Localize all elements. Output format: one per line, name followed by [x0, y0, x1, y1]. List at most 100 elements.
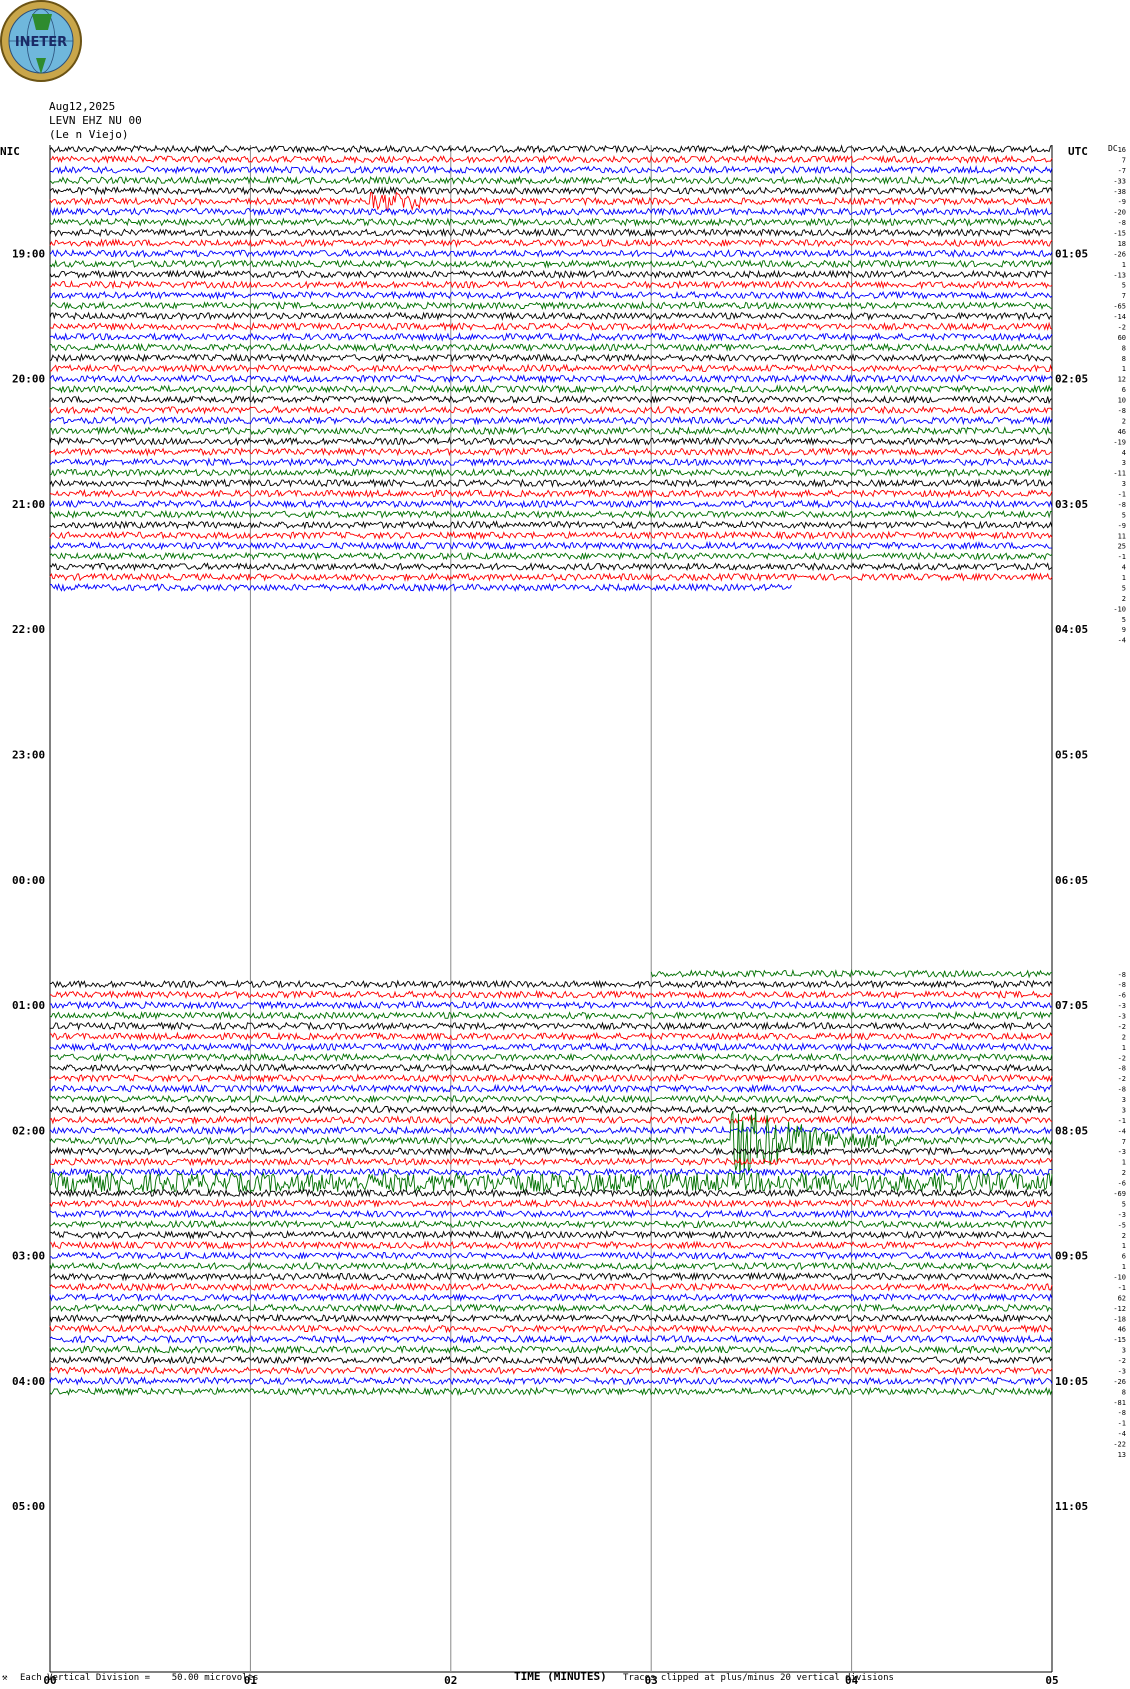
left-hour-label: 00:00: [12, 874, 45, 887]
dc-offset-value: -15: [1113, 230, 1126, 238]
dc-offset-value: -9: [1118, 522, 1126, 530]
left-hour-label: 03:00: [12, 1250, 45, 1263]
dc-offset-value: 16: [1118, 146, 1126, 154]
dc-offset-value: -2: [1118, 1054, 1126, 1062]
dc-offset-value: 10: [1118, 397, 1126, 405]
trace-line: [49, 1167, 1053, 1177]
trace-line: [49, 290, 1053, 301]
dc-offset-value: -20: [1113, 209, 1126, 217]
trace-line: [49, 259, 1053, 269]
dc-offset-value: -6: [1118, 992, 1126, 1000]
dc-offset-value: -1: [1118, 491, 1126, 499]
trace-line: [49, 540, 1052, 551]
trace-line: [49, 165, 1053, 175]
dc-offset-value: 5: [1122, 1200, 1126, 1208]
dc-offset-value: 46: [1118, 1326, 1126, 1334]
dc-offset-value: -38: [1113, 188, 1126, 196]
right-hour-label: 06:05: [1055, 874, 1088, 887]
left-hour-label: 19:00: [12, 247, 45, 260]
trace-line: [49, 1041, 1053, 1052]
dc-offset-value: -8: [1118, 1065, 1126, 1073]
trace-line: [49, 582, 792, 593]
trace-line: [49, 342, 1053, 353]
dc-offset-value: -7: [1118, 167, 1126, 175]
dc-offset-value: -10: [1113, 1274, 1126, 1282]
trace-line: [49, 1021, 1053, 1031]
trace-line: [49, 311, 1053, 321]
dc-offset-value: 8: [1122, 355, 1126, 363]
dc-offset-value: 5: [1122, 282, 1126, 290]
trace-line: [49, 1292, 1053, 1303]
trace-line: [49, 509, 1052, 519]
trace-line: [49, 384, 1053, 394]
trace-line: [49, 1251, 1053, 1261]
dc-offset-value: -26: [1113, 250, 1126, 258]
dc-offset-value: 1: [1122, 1263, 1126, 1271]
trace-line: [49, 1229, 1053, 1240]
dc-offset-value: 1: [1122, 261, 1126, 269]
dc-offset-value: -1: [1118, 1117, 1126, 1125]
trace-line: [49, 206, 1053, 217]
dc-offset-value: 5: [1122, 616, 1126, 624]
dc-offset-value: 3: [1122, 459, 1126, 467]
trace-line: [49, 520, 1053, 530]
dc-offset-value: -19: [1113, 438, 1126, 446]
trace-line: [49, 191, 1053, 212]
dc-offset-value: 1: [1122, 574, 1126, 582]
dc-offset-value: 4: [1122, 449, 1126, 457]
left-hour-label: 20:00: [12, 373, 45, 386]
trace-line: [49, 562, 1053, 572]
dc-offset-value: -8: [1118, 501, 1126, 509]
left-hour-label: 01:00: [12, 999, 45, 1012]
trace-line: [49, 1344, 1053, 1355]
trace-line: [49, 185, 1053, 196]
right-hour-label: 09:05: [1055, 1250, 1088, 1263]
x-tick-label: 02: [444, 1674, 457, 1687]
right-hour-label: 02:05: [1055, 373, 1088, 386]
dc-offset-value: 7: [1122, 1138, 1126, 1146]
dc-offset-value: -3: [1118, 1211, 1126, 1219]
trace-line: [49, 488, 1053, 499]
dc-offset-value: 60: [1118, 334, 1126, 342]
dc-offset-value: -3: [1118, 1148, 1126, 1156]
dc-offset-value: -65: [1113, 303, 1126, 311]
trace-line: [49, 1209, 1053, 1219]
dc-offset-value: 8: [1122, 344, 1126, 352]
dc-offset-value: -33: [1113, 177, 1126, 185]
dc-offset-value: 2: [1122, 417, 1126, 425]
left-hour-label: 02:00: [12, 1124, 45, 1137]
dc-offset-value: -9: [1118, 198, 1126, 206]
dc-offset-value: -8: [1118, 407, 1126, 415]
dc-offset-value: 3: [1122, 480, 1126, 488]
dc-offset-value: -8: [1118, 1086, 1126, 1094]
x-axis-label: TIME (MINUTES): [514, 1670, 607, 1683]
dc-offset-value: 7: [1122, 292, 1126, 300]
trace-line: [49, 1240, 1053, 1251]
dc-offset-value: 11: [1118, 532, 1126, 540]
dc-offset-value: -8: [1118, 981, 1126, 989]
trace-line: [49, 1188, 1053, 1198]
dc-offset-value: 3: [1122, 1347, 1126, 1355]
trace-line: [49, 1376, 1053, 1386]
footer-icon: ⚒: [2, 1673, 8, 1683]
dc-offset-value: -26: [1113, 1378, 1126, 1386]
trace-line: [49, 332, 1053, 342]
dc-offset-value: -8: [1118, 219, 1126, 227]
trace-line: [49, 1073, 1053, 1083]
trace-line: [49, 1365, 1053, 1376]
dc-offset-value: -22: [1113, 1441, 1126, 1449]
dc-offset-value: 7: [1122, 156, 1126, 164]
helicorder-plot: 00 01 02 03 04 0519:00 01:0520:00 02:0521:00 03:…: [12, 144, 1126, 1687]
trace-line: [49, 551, 1053, 562]
dc-offset-value: 2: [1122, 1232, 1126, 1240]
dc-offset-value: -15: [1113, 1336, 1126, 1344]
trace-line: [49, 457, 1053, 467]
dc-offset-value: -2: [1118, 1357, 1126, 1365]
trace-line: [49, 1104, 1052, 1115]
trace-line: [49, 1094, 1053, 1104]
trace-line: [49, 1271, 1053, 1282]
trace-line: [49, 1010, 1053, 1021]
trace-line: [49, 446, 1053, 457]
dc-offset-value: -11: [1113, 470, 1126, 478]
left-hour-label: 05:00: [12, 1500, 45, 1513]
